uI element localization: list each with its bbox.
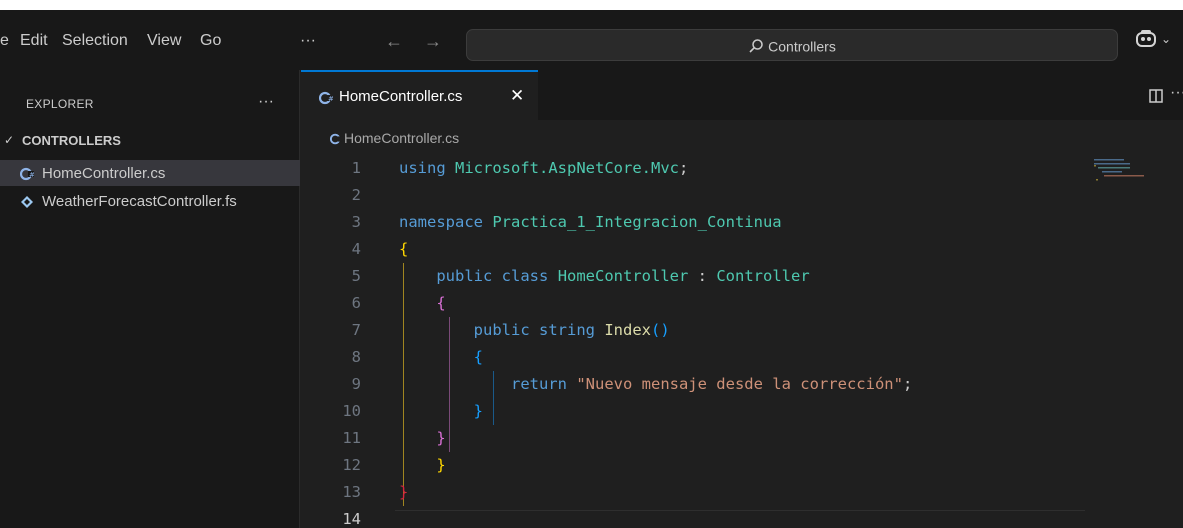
code-line: 1 using Microsoft.AspNetCore.Mvc; [301, 155, 1101, 182]
keyword-token: string [539, 321, 595, 339]
file-item-label: WeatherForecastController.fs [42, 193, 237, 210]
line-number: 1 [351, 159, 361, 177]
tab-home-controller[interactable]: # HomeController.cs ✕ [301, 70, 538, 120]
menu-more[interactable]: ··· [300, 32, 316, 50]
line-number: 12 [342, 456, 361, 474]
code-line: 13 } [301, 479, 1101, 506]
string-token: "Nuevo mensaje desde la corrección" [576, 375, 903, 393]
code-line: 11 } [301, 425, 1101, 452]
keyword-token: using [399, 159, 446, 177]
csharp-icon: # [319, 91, 333, 105]
file-item-home-controller[interactable]: # HomeController.cs [0, 160, 300, 186]
keyword-token: class [501, 267, 549, 285]
file-item-weather-forecast-controller[interactable]: WeatherForecastController.fs [0, 188, 300, 214]
close-icon[interactable]: ✕ [510, 86, 524, 106]
line-number: 8 [351, 348, 361, 366]
title-bar: e Edit Selection View Go ··· ← → Control… [0, 10, 1183, 70]
keyword-token: public [473, 321, 530, 339]
line-number: 2 [351, 186, 361, 204]
breadcrumb-file: HomeController.cs [344, 130, 460, 146]
folder-label: CONTROLLERS [22, 133, 121, 148]
code-line: 7 public string Index() [301, 317, 1101, 344]
brace-token: { [473, 348, 483, 366]
keyword-token: namespace [399, 213, 483, 231]
line-number: 3 [351, 213, 361, 231]
brace-token: { [399, 240, 409, 258]
back-arrow-icon[interactable]: ← [385, 31, 403, 52]
fsharp-icon [21, 196, 33, 208]
punctuation-token: : [688, 267, 717, 285]
function-token: Index [604, 321, 652, 339]
menu-go[interactable]: Go [200, 32, 221, 50]
line-number: 9 [351, 375, 361, 393]
line-number: 6 [351, 294, 361, 312]
chevron-down-icon[interactable]: ⌄ [1161, 32, 1171, 46]
code-line: 12 } [301, 452, 1101, 479]
line-number-active: 14 [342, 510, 361, 528]
svg-text:#: # [328, 95, 333, 103]
code-line: 9 return "Nuevo mensaje desde la correcc… [301, 371, 1101, 398]
type-token: Controller [716, 267, 810, 285]
split-editor-icon[interactable] [1149, 89, 1163, 103]
vscode-window: e Edit Selection View Go ··· ← → Control… [0, 10, 1183, 528]
file-item-label: HomeController.cs [42, 165, 166, 182]
folder-controllers[interactable]: ✓ CONTROLLERS [0, 129, 300, 153]
code-line: 8 { [301, 344, 1101, 371]
minimap[interactable] [1090, 157, 1160, 197]
code-line: 10 } [301, 398, 1101, 425]
svg-text:#: # [29, 171, 34, 179]
code-line: 3 namespace Practica_1_Integracion_Conti… [301, 209, 1101, 236]
brace-token: } [436, 456, 446, 474]
punctuation-token: ; [902, 375, 913, 393]
line-number: 10 [342, 402, 361, 420]
chevron-down-icon: ✓ [4, 133, 15, 147]
brace-token: } [436, 429, 446, 447]
namespace-token: Practica_1_Integracion_Continua [492, 213, 782, 231]
punctuation-token: ; [678, 159, 689, 177]
punctuation-token: () [651, 321, 670, 339]
explorer-title: EXPLORER [26, 97, 94, 111]
editor-tab-bar: # HomeController.cs ✕ ··· [301, 70, 1183, 120]
line-number: 4 [351, 240, 361, 258]
code-line: 5 public class HomeController : Controll… [301, 263, 1101, 290]
search-icon [749, 39, 763, 53]
command-center-search[interactable]: Controllers [466, 29, 1118, 61]
line-number: 13 [342, 483, 361, 501]
forward-arrow-icon[interactable]: → [424, 31, 442, 52]
brace-token: { [436, 294, 446, 312]
line-number: 11 [342, 429, 361, 447]
code-line: 6 { [301, 290, 1101, 317]
menu-file[interactable]: e [0, 32, 9, 50]
menu-view[interactable]: View [147, 32, 181, 50]
code-line: 4 { [301, 236, 1101, 263]
command-center-label: Controllers [768, 38, 836, 55]
code-editor[interactable]: 1 using Microsoft.AspNetCore.Mvc; 2 3 na… [301, 155, 1183, 528]
code-line: 2 [301, 182, 1101, 209]
brace-token: } [473, 402, 483, 420]
menu-edit[interactable]: Edit [20, 32, 48, 50]
line-number: 5 [351, 267, 361, 285]
tab-label: HomeController.cs [339, 88, 463, 105]
keyword-token: return [510, 375, 567, 393]
csharp-icon [330, 133, 342, 145]
current-line-highlight [395, 510, 1085, 528]
editor-more-actions[interactable]: ··· [1170, 84, 1183, 102]
keyword-token: public [436, 267, 493, 285]
class-name-token: HomeController [557, 267, 689, 285]
explorer-more-actions[interactable]: ··· [258, 93, 274, 111]
brace-token: } [399, 483, 409, 501]
csharp-icon: # [20, 167, 34, 181]
line-number: 7 [351, 321, 361, 339]
namespace-token: Microsoft.AspNetCore.Mvc [455, 159, 679, 177]
menu-selection[interactable]: Selection [62, 32, 128, 50]
copilot-icon[interactable] [1134, 28, 1158, 50]
explorer-sidebar: EXPLORER ··· ✓ CONTROLLERS # HomeControl… [0, 70, 300, 528]
